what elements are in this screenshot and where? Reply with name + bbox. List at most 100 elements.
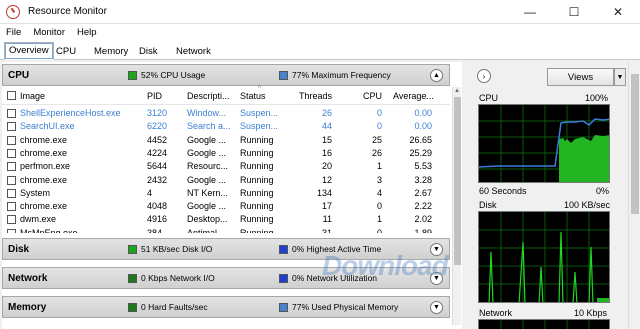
cell-threads: 44 bbox=[321, 121, 332, 132]
minimize-button[interactable]: — bbox=[508, 0, 552, 24]
collapse-pane-icon[interactable]: › bbox=[477, 69, 491, 83]
network-graph-title: Network bbox=[479, 308, 513, 318]
column-average-cpu[interactable]: Average... bbox=[393, 91, 434, 101]
cell-threads: 15 bbox=[321, 134, 332, 145]
cell-image: MsMpEng.exe bbox=[20, 227, 78, 233]
column-image[interactable]: Image bbox=[20, 91, 45, 101]
menu-bar: File Monitor Help bbox=[0, 24, 640, 40]
cell-status: Suspen... bbox=[240, 121, 279, 132]
cell-pid: 4048 bbox=[147, 201, 168, 212]
table-row[interactable]: chrome.exe 4224 Google ... Running 16 26 25.29 bbox=[2, 147, 450, 160]
row-checkbox[interactable] bbox=[7, 175, 16, 185]
tab-overview[interactable]: Overview bbox=[4, 42, 54, 60]
cell-pid: 384 bbox=[147, 227, 163, 233]
cpu-section-header[interactable]: CPU 52% CPU Usage 77% Maximum Frequency … bbox=[2, 64, 450, 86]
menu-monitor[interactable]: Monitor bbox=[33, 27, 65, 38]
scroll-up-icon[interactable]: ▲ bbox=[454, 88, 460, 94]
network-io-swatch bbox=[128, 273, 137, 283]
column-threads[interactable]: Threads bbox=[299, 91, 332, 101]
cell-pid: 4224 bbox=[147, 147, 168, 158]
tab-disk[interactable]: Disk bbox=[134, 43, 162, 60]
disk-section-title: Disk bbox=[8, 243, 30, 255]
cell-status: Running bbox=[240, 227, 274, 233]
cell-threads: 16 bbox=[321, 147, 332, 158]
cell-desc: Window... bbox=[187, 108, 227, 118]
cell-avg: 3.28 bbox=[414, 174, 432, 185]
row-checkbox[interactable] bbox=[7, 228, 16, 233]
row-checkbox[interactable] bbox=[7, 122, 16, 132]
table-row[interactable]: ShellExperienceHost.exe 3120 Window... Susp… bbox=[2, 107, 450, 120]
cpu-graph-canvas bbox=[479, 105, 609, 182]
cell-status: Running bbox=[240, 161, 274, 172]
menu-file[interactable]: File bbox=[6, 27, 21, 38]
table-row[interactable]: chrome.exe 4048 Google ... Running 17 0 2.22 bbox=[2, 200, 450, 213]
left-scrollbar[interactable]: ▲ bbox=[452, 87, 461, 325]
row-checkbox[interactable] bbox=[7, 202, 16, 212]
right-scrollbar-thumb[interactable] bbox=[631, 74, 639, 214]
table-row[interactable]: perfmon.exe 5644 Resourc... Running 20 1 5.53 bbox=[2, 160, 450, 173]
cell-pid: 4 bbox=[147, 187, 153, 198]
row-checkbox[interactable] bbox=[7, 188, 16, 198]
select-all-checkbox[interactable] bbox=[7, 91, 16, 100]
expand-chevron-icon[interactable]: ▼ bbox=[430, 300, 443, 314]
table-row[interactable]: System 4 NT Kern... Running 134 4 2.67 bbox=[2, 187, 450, 200]
hard-faults-text: 0 Hard Faults/sec bbox=[141, 302, 208, 312]
column-status[interactable]: Status bbox=[240, 91, 266, 101]
tab-memory[interactable]: Memory bbox=[89, 43, 133, 60]
views-dropdown-icon[interactable]: ▼ bbox=[614, 68, 626, 86]
row-checkbox[interactable] bbox=[7, 109, 16, 118]
watermark: Download bbox=[322, 250, 449, 281]
cell-pid: 4916 bbox=[147, 214, 168, 225]
cell-status: Running bbox=[240, 134, 274, 145]
disk-io-swatch bbox=[128, 244, 137, 254]
cell-threads: 17 bbox=[321, 201, 332, 212]
maximize-button[interactable]: ☐ bbox=[552, 0, 596, 24]
tab-network[interactable]: Network bbox=[171, 43, 216, 60]
column-cpu[interactable]: CPU bbox=[363, 91, 382, 101]
hard-faults-swatch bbox=[128, 302, 137, 312]
overview-panel: CPU 52% CPU Usage 77% Maximum Frequency … bbox=[2, 62, 462, 329]
disk-io-text: 51 KB/sec Disk I/O bbox=[141, 244, 213, 254]
table-row[interactable]: chrome.exe 2432 Google ... Running 12 3 3.28 bbox=[2, 174, 450, 187]
cell-cpu: 3 bbox=[376, 174, 382, 185]
table-row[interactable]: SearchUI.exe 6220 Search a... Suspen... 44 0 0… bbox=[2, 120, 450, 133]
table-row[interactable]: dwm.exe 4916 Desktop... Running 11 1 2.02 bbox=[2, 213, 450, 226]
max-frequency-text: 77% Maximum Frequency bbox=[292, 70, 391, 80]
row-checkbox[interactable] bbox=[7, 148, 16, 158]
cell-status: Running bbox=[240, 201, 274, 212]
cpu-graph-min: 0% bbox=[596, 186, 610, 196]
cell-status: Running bbox=[240, 147, 274, 158]
close-button[interactable]: ✕ bbox=[596, 0, 640, 24]
window-title: Resource Monitor bbox=[28, 6, 107, 17]
views-button[interactable]: Views bbox=[547, 68, 614, 86]
memory-section-title: Memory bbox=[8, 301, 47, 313]
cpu-graph bbox=[478, 104, 610, 183]
collapse-chevron-icon[interactable]: ▲ bbox=[430, 68, 443, 82]
cell-cpu: 0 bbox=[376, 201, 382, 212]
cpu-column-header: Image PID Descripti... Status Threads CP… bbox=[2, 85, 450, 105]
row-checkbox[interactable] bbox=[7, 135, 16, 145]
network-graph bbox=[478, 319, 610, 329]
cpu-graph-max: 100% bbox=[585, 93, 609, 103]
left-scrollbar-thumb[interactable] bbox=[454, 97, 461, 265]
menu-help[interactable]: Help bbox=[77, 27, 97, 38]
cell-desc: Antimal... bbox=[187, 227, 225, 233]
column-description[interactable]: Descripti... bbox=[187, 91, 230, 101]
cell-image: SearchUI.exe bbox=[20, 121, 75, 132]
tab-cpu[interactable]: CPU bbox=[51, 43, 81, 60]
table-row[interactable]: MsMpEng.exe 384 Antimal... Running 31 0 1.89 bbox=[2, 227, 450, 233]
cell-pid: 4452 bbox=[147, 134, 168, 145]
cell-threads: 12 bbox=[321, 174, 332, 185]
column-pid[interactable]: PID bbox=[147, 91, 162, 101]
right-scrollbar[interactable] bbox=[628, 62, 640, 329]
memory-section-header[interactable]: Memory 0 Hard Faults/sec 77% Used Physic… bbox=[2, 296, 450, 318]
table-row[interactable]: chrome.exe 4452 Google ... Running 15 25 26.65 bbox=[2, 134, 450, 147]
cpu-graph-title: CPU bbox=[479, 93, 499, 103]
cell-pid: 3120 bbox=[147, 108, 168, 118]
row-checkbox[interactable] bbox=[7, 162, 16, 172]
cell-avg: 1.89 bbox=[414, 227, 432, 233]
cell-threads: 20 bbox=[321, 161, 332, 172]
process-table: ShellExperienceHost.exe 3120 Window... Susp… bbox=[2, 107, 450, 233]
cell-threads: 26 bbox=[321, 108, 332, 118]
row-checkbox[interactable] bbox=[7, 215, 16, 225]
